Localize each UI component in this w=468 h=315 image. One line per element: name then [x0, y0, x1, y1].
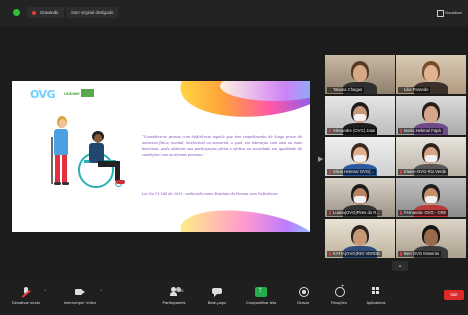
chat-label: Bate-papo [207, 300, 227, 305]
participant-face [424, 65, 438, 82]
participant-face [353, 65, 367, 82]
apps-label: Aplicativos [366, 300, 386, 305]
participant-count: 95 [179, 288, 184, 293]
meeting-toolbar: Desativar mudo ^ Interromper Vídeo ^ 95 … [0, 279, 468, 315]
slide-quote: “Considera-se pessoa com deficiência aqu… [142, 135, 302, 157]
stop-video-label: Interromper Vídeo [63, 300, 97, 305]
participant-name: Luana(OVG)Pires do R... [327, 210, 382, 216]
participants-button[interactable]: 95 Participantes [152, 279, 196, 315]
chevron-down-icon[interactable]: ⌄ [392, 261, 408, 271]
participant-name: Tatiana Chagas [327, 87, 365, 93]
record-icon [297, 287, 309, 297]
participant-name: Elaine-OVG-Rio Verde [398, 169, 449, 175]
face-mask [354, 114, 366, 121]
participant-tile[interactable]: Alexandre (OVG) Jatai [325, 96, 395, 135]
ovg-logo-part: OV [30, 88, 47, 101]
top-bar: Gravando Som original desligado Visualiz… [0, 0, 468, 26]
recording-indicator[interactable]: Gravando [27, 7, 65, 18]
video-camera-icon [74, 287, 86, 297]
person-leg [62, 155, 67, 183]
participant-tile[interactable]: Luana(OVG)Pires do R... [325, 178, 395, 217]
share-screen-icon [255, 285, 267, 297]
participant-tile[interactable]: Elaine-OVG-Rio Verde [396, 137, 466, 176]
record-button[interactable]: Gravar [288, 279, 318, 315]
participant-tile[interactable]: Beri-OVG Mineiros [396, 219, 466, 258]
participant-name: KATIA(OVG)RIO VERDE [327, 251, 382, 257]
shared-screen-slide: OVG UNDIME “Considera-se pessoa com defi… [12, 81, 310, 232]
participant-face [353, 229, 367, 246]
chevron-right-icon[interactable]: ▶ [318, 155, 323, 163]
stop-video-button[interactable]: Interromper Vídeo [56, 279, 104, 315]
apps-grid-icon [370, 287, 382, 297]
microphone-muted-icon [20, 287, 32, 297]
participant-tile[interactable]: Fernanda- OVG - CRE [396, 178, 466, 217]
reactions-button[interactable]: Reações [322, 279, 356, 315]
chevron-up-icon[interactable]: ^ [44, 288, 46, 293]
view-button[interactable]: Visualizar [436, 7, 464, 18]
ovg-logo-part: G [46, 88, 56, 101]
apps-button[interactable]: Aplicativos [358, 279, 394, 315]
person-leg [55, 155, 60, 183]
participant-tile[interactable]: Silvia Helena/ OVG(... [325, 137, 395, 176]
participant-face [424, 106, 438, 123]
leave-button[interactable]: Sair [444, 290, 464, 300]
participant-tile[interactable]: Lilia Parande [396, 55, 466, 94]
face-mask [354, 155, 366, 162]
participant-tile[interactable]: Maria Helena/ Fapá [396, 96, 466, 135]
wheelchair-user-body [89, 143, 104, 163]
crutch [51, 137, 53, 184]
zoom-meeting-window: Gravando Som original desligado Visualiz… [0, 0, 468, 315]
decorative-swirl [177, 202, 310, 232]
share-screen-button[interactable]: Compartilhar tela [238, 279, 284, 315]
participant-name: Maria Helena/ Fapá [398, 128, 443, 134]
participant-name: Silvia Helena/ OVG(... [327, 169, 376, 175]
face-mask [425, 196, 437, 203]
chat-icon [211, 287, 223, 297]
original-sound-toggle[interactable]: Som original desligado [66, 7, 119, 18]
partner-logo: UNDIME [64, 91, 80, 96]
face-mask [354, 196, 366, 203]
share-screen-label: Compartilhar tela [245, 300, 277, 305]
participant-name: Beri-OVG Mineiros [398, 251, 442, 257]
wheelchair-user-shin [115, 163, 120, 181]
wheelchair-user-face [94, 134, 102, 143]
unmute-button[interactable]: Desativar mudo [6, 279, 46, 315]
participant-tile[interactable]: Tatiana Chagas [325, 55, 395, 94]
participant-name: Fernanda- OVG - CRE [398, 210, 449, 216]
person-body [54, 129, 68, 155]
unmute-label: Desativar mudo [11, 300, 40, 305]
participant-tile[interactable]: KATIA(OVG)RIO VERDE [325, 219, 395, 258]
reactions-label: Reações [331, 300, 347, 305]
security-shield-icon[interactable] [13, 9, 20, 16]
wheelchair-user-shoe [116, 180, 125, 184]
person-face [59, 119, 66, 128]
reaction-icon [333, 284, 345, 297]
participant-face [424, 229, 438, 246]
person-shoe [54, 182, 61, 185]
slide-source: Lei No 13.146 de 2015, conhecida como Es… [142, 192, 278, 196]
government-logo [81, 89, 94, 97]
participant-name: Alexandre (OVG) Jatai [327, 128, 378, 134]
chevron-up-icon[interactable]: ^ [100, 288, 102, 293]
record-label: Gravar [296, 300, 310, 305]
face-mask [425, 155, 437, 162]
ovg-logo: OVG [30, 88, 56, 101]
person-shoe [62, 182, 69, 185]
participants-label: Participantes [162, 300, 186, 305]
participants-icon: 95 [168, 287, 184, 297]
participant-name: Lilia Parande [398, 87, 431, 93]
chat-button[interactable]: Bate-papo [200, 279, 234, 315]
